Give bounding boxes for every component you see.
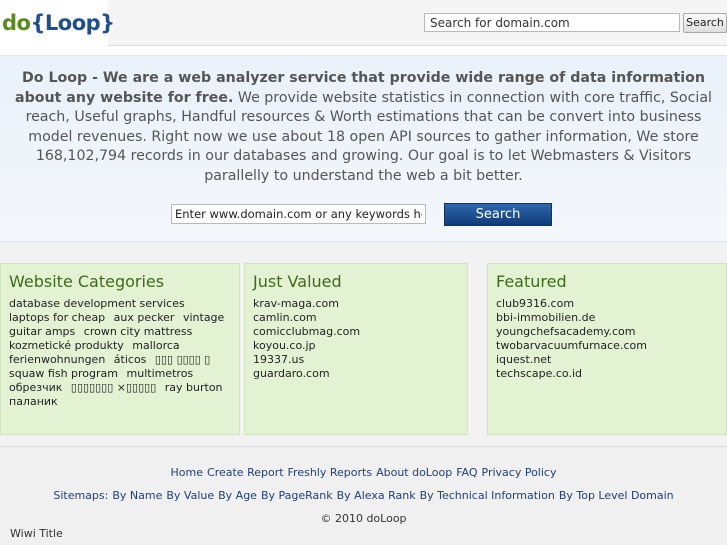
- copyright: © 2010 doLoop: [320, 512, 407, 525]
- categories-item[interactable]: crown city mattress: [84, 325, 193, 338]
- footer-link[interactable]: FAQ: [456, 466, 477, 479]
- categories-item[interactable]: паланик: [9, 395, 58, 408]
- featured-list: club9316.com bbi-immobilien.de youngchefsa…: [496, 297, 720, 381]
- website-categories-panel: Website Categories database development …: [0, 263, 240, 435]
- just-valued-item[interactable]: krav-maga.com: [253, 297, 461, 311]
- hero-description: Do Loop - We are a web analyzer service …: [10, 69, 717, 186]
- footer-link[interactable]: Create Report: [207, 466, 284, 479]
- featured-item[interactable]: techscape.co.id: [496, 367, 720, 381]
- categories-item[interactable]: áticos: [114, 353, 147, 366]
- sitemap-link[interactable]: By Top Level Domain: [559, 489, 674, 502]
- featured-item[interactable]: twobarvacuumfurnace.com: [496, 339, 720, 353]
- sitemap-link[interactable]: By PageRank: [261, 489, 333, 502]
- footer-links: Home Create Report Freshly Reports About do…: [0, 466, 727, 479]
- top-search-button[interactable]: Search: [683, 13, 727, 33]
- just-valued-item[interactable]: koyou.co.jp: [253, 339, 461, 353]
- categories-title: Website Categories: [9, 272, 165, 291]
- featured-panel: Featured club9316.com bbi-immobilien.de yo…: [487, 263, 727, 435]
- panels-row: Website Categories database development …: [0, 242, 727, 446]
- featured-title: Featured: [496, 272, 567, 291]
- categories-item[interactable]: laptops for cheap: [9, 311, 105, 324]
- categories-item[interactable]: database development services: [9, 297, 185, 310]
- sitemap-link[interactable]: By Technical Information: [420, 489, 555, 502]
- domain-search-button[interactable]: Search: [444, 203, 552, 226]
- sitemap-link[interactable]: By Alexa Rank: [337, 489, 416, 502]
- logo-part-loop: {Loop}: [30, 11, 115, 35]
- footer-link[interactable]: Home: [171, 466, 203, 479]
- just-valued-item[interactable]: comicclubmag.com: [253, 325, 461, 339]
- featured-item[interactable]: iquest.net: [496, 353, 720, 367]
- just-valued-panel: Just Valued krav-maga.com camlin.com comic…: [244, 263, 468, 435]
- categories-item[interactable]: ▯▯▯▯▯▯▯ ×▯▯▯▯▯: [71, 381, 156, 394]
- footer-link[interactable]: Privacy Policy: [482, 466, 557, 479]
- categories-item[interactable]: ray burton: [165, 381, 223, 394]
- just-valued-list: krav-maga.com camlin.com comicclubmag.com k…: [253, 297, 461, 381]
- just-valued-item[interactable]: camlin.com: [253, 311, 461, 325]
- categories-item[interactable]: kozmetické produkty: [9, 339, 124, 352]
- categories-list: database development services laptops fo…: [9, 297, 233, 409]
- domain-search-input[interactable]: [171, 204, 426, 224]
- top-search-input[interactable]: [424, 13, 680, 32]
- categories-item[interactable]: squaw fish program: [9, 367, 118, 380]
- featured-item[interactable]: club9316.com: [496, 297, 720, 311]
- categories-item[interactable]: обрезчик: [9, 381, 62, 394]
- wiwi-title: Wiwi Title: [10, 527, 63, 540]
- categories-item[interactable]: multimetros: [127, 367, 194, 380]
- just-valued-title: Just Valued: [253, 272, 342, 291]
- featured-item[interactable]: youngchefsacademy.com: [496, 325, 720, 339]
- hero-section: Do Loop - We are a web analyzer service …: [0, 55, 727, 242]
- logo-part-do: do: [2, 11, 31, 35]
- categories-item[interactable]: ▯▯▯ ▯▯▯▯ ▯: [155, 353, 210, 366]
- footer: Home Create Report Freshly Reports About do…: [0, 446, 727, 545]
- sitemap-link[interactable]: By Age: [218, 489, 257, 502]
- sitemap-link[interactable]: By Name: [112, 489, 162, 502]
- footer-link[interactable]: Freshly Reports: [288, 466, 373, 479]
- top-bar: do {Loop} Search: [0, 0, 727, 46]
- site-logo[interactable]: do {Loop}: [0, 0, 115, 46]
- sitemap-link[interactable]: By Value: [166, 489, 214, 502]
- footer-link[interactable]: About doLoop: [376, 466, 452, 479]
- categories-item[interactable]: aux pecker: [114, 311, 175, 324]
- footer-sitemaps: Sitemaps: By Name By Value By Age By PageRan…: [0, 489, 727, 502]
- sitemaps-label: Sitemaps:: [53, 489, 109, 502]
- featured-item[interactable]: bbi-immobilien.de: [496, 311, 720, 325]
- just-valued-item[interactable]: guardaro.com: [253, 367, 461, 381]
- just-valued-item[interactable]: 19337.us: [253, 353, 461, 367]
